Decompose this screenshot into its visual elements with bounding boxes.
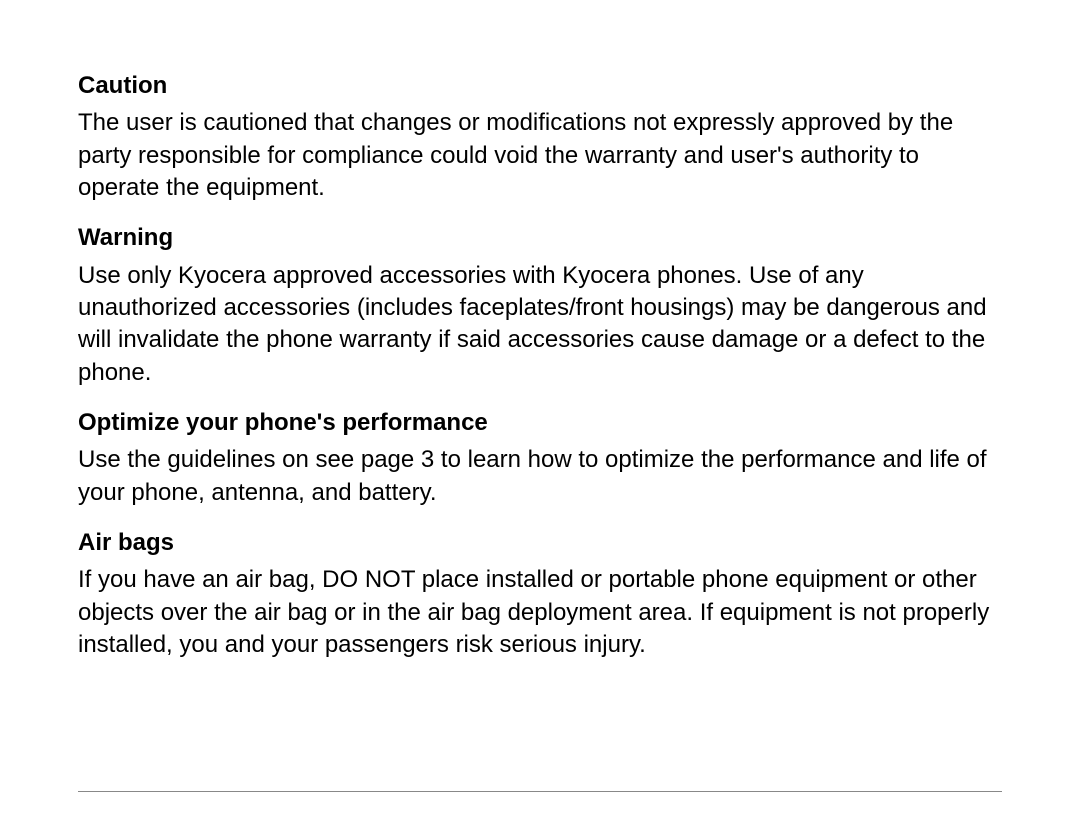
heading-airbags: Air bags: [78, 527, 1002, 558]
section-optimize: Optimize your phone's performance Use th…: [78, 407, 1002, 509]
section-caution: Caution The user is cautioned that chang…: [78, 70, 1002, 204]
body-airbags: If you have an air bag, DO NOT place ins…: [78, 564, 1002, 661]
section-warning: Warning Use only Kyocera approved access…: [78, 222, 1002, 389]
body-warning: Use only Kyocera approved accessories wi…: [78, 260, 1002, 390]
heading-optimize: Optimize your phone's performance: [78, 407, 1002, 438]
heading-warning: Warning: [78, 222, 1002, 253]
heading-caution: Caution: [78, 70, 1002, 101]
body-caution: The user is cautioned that changes or mo…: [78, 107, 1002, 204]
footer-divider: [78, 791, 1002, 792]
document-content: Caution The user is cautioned that chang…: [78, 70, 1002, 661]
body-optimize: Use the guidelines on see page 3 to lear…: [78, 444, 1002, 509]
section-airbags: Air bags If you have an air bag, DO NOT …: [78, 527, 1002, 661]
